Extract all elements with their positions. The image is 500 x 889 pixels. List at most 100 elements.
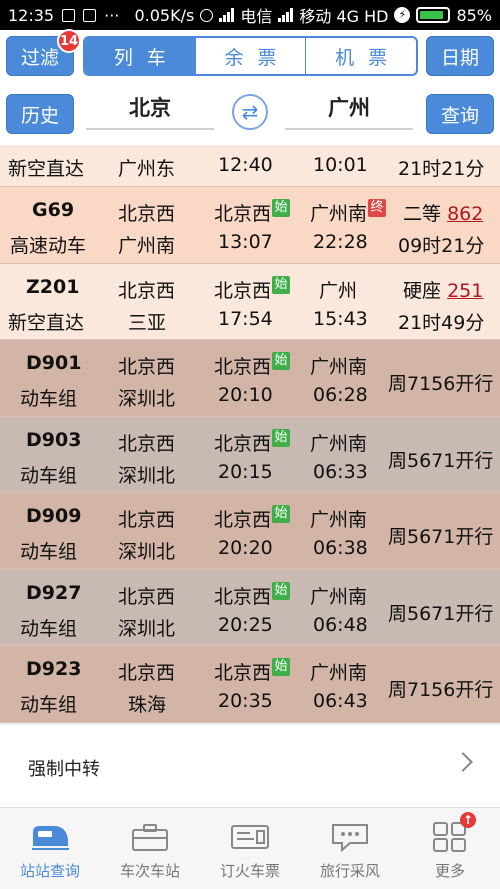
seat-count-link[interactable]: 251 [447,280,483,302]
end-tag: 终 [368,199,387,217]
departure-station: 北京西始 [214,275,291,303]
origin-station: 北京西 [118,432,176,455]
history-button[interactable]: 历史 [6,94,74,134]
seat-availability: 二等 862 [403,203,484,225]
arrival-time: 06:28 [313,384,368,406]
arrival-station: 广州南终 [310,199,387,226]
tab-remaining-tickets[interactable]: 余票 [196,38,307,74]
arrival-time: 06:43 [313,690,368,712]
departure-time: 20:25 [218,613,273,636]
nav-station-query[interactable]: 站站查询 [0,808,100,889]
train-type: 新空直达 [8,311,85,334]
query-button[interactable]: 查询 [426,94,494,134]
departure-station: 北京西始 [214,199,291,226]
list-item[interactable]: D927 动车组 北京西 深圳北 北京西始 20:25 广州南 06:48 周5… [0,569,500,646]
arrival-time: 06:48 [313,613,368,636]
list-item[interactable]: 新空直达 广州东 12:40 10:01 21时21分 [0,145,500,187]
forced-transfer-row[interactable]: 强制中转 [0,725,500,807]
carrier-1: 电信 [240,7,273,26]
terminal-station: 珠海 [128,694,167,716]
departure-time: 12:40 [218,154,273,176]
arrival-time: 10:01 [313,154,368,176]
briefcase-icon [130,820,170,854]
network-speed: 0.05K/s [134,5,195,25]
origin-station: 北京西 [118,356,176,378]
arrival-time: 06:33 [313,460,368,483]
train-code: Z201 [26,275,80,298]
list-item[interactable]: Z201 新空直达 北京西 三亚 北京西始 17:54 广州 15:43 硬座 … [0,263,500,340]
train-code: D901 [26,352,82,374]
departure-time: 20:15 [218,460,273,483]
start-tag: 始 [272,352,291,370]
nav-label: 车次车站 [119,862,180,880]
terminal-station: 深圳北 [118,617,176,640]
tab-flights[interactable]: 机票 [306,38,416,74]
start-tag: 始 [272,658,291,676]
origin-station: 北京西 [118,585,176,608]
train-type: 新空直达 [8,158,85,180]
mode-tabs: 列车 余票 机票 [83,36,418,76]
train-code: G69 [32,199,75,221]
nav-label: 订火车票 [219,862,280,880]
train-code: D923 [26,658,82,680]
mail-icon [83,8,97,22]
signal-icon [278,8,294,22]
to-station-input[interactable]: 广州 [285,90,413,130]
forced-transfer-label: 强制中转 [28,759,100,780]
signal-icon [219,8,235,22]
departure-station: 北京西始 [214,505,291,532]
train-type: 动车组 [20,694,78,716]
list-item[interactable]: G69 高速动车 北京西 广州南 北京西始 13:07 广州南终 22:28 二… [0,187,500,264]
filter-count-badge: 14 [57,29,81,53]
terminal-station: 深圳北 [118,388,176,410]
arrival-station: 广州 [319,279,358,302]
train-icon [30,820,70,854]
filter-label: 过滤 [20,46,59,69]
train-type: 动车组 [20,617,78,640]
from-station-input[interactable]: 北京 [86,90,214,130]
chevron-right-icon [453,752,473,772]
charging-icon: ⚡ [394,7,411,23]
nav-more[interactable]: ↑ 更多 [400,808,500,889]
nav-label: 站站查询 [19,862,80,880]
filter-button[interactable]: 过滤 14 [6,29,81,76]
list-item[interactable]: D923 动车组 北京西 珠海 北京西始 20:35 广州南 06:43 周71… [0,646,500,723]
travel-duration: 09时21分 [398,235,485,257]
train-code: D927 [26,581,82,604]
train-code: D903 [26,428,82,451]
search-toolbar: 过滤 14 列车 余票 机票 日期 历史 北京 ⇄ 广州 查询 [0,29,500,145]
swap-stations-icon[interactable]: ⇄ [232,94,268,130]
departure-time: 20:10 [218,384,273,406]
start-tag: 始 [272,428,291,447]
list-item[interactable]: D901 动车组 北京西 深圳北 北京西始 20:10 广州南 06:28 周7… [0,340,500,417]
origin-station: 北京西 [118,662,176,684]
run-schedule: 周5671开行 [388,526,494,548]
seat-count-link[interactable]: 862 [447,203,483,225]
train-type: 动车组 [20,541,78,563]
run-schedule: 周5671开行 [388,449,494,472]
start-tag: 始 [272,581,291,600]
tab-trains[interactable]: 列车 [85,38,196,74]
train-type: 高速动车 [10,235,87,257]
chat-icon [330,820,370,854]
arrival-station: 广州南 [310,356,368,378]
battery-level: 85% [456,5,492,25]
arrival-station: 广州南 [310,432,368,455]
list-item[interactable]: D909 动车组 北京西 深圳北 北京西始 20:20 广州南 06:38 周5… [0,493,500,570]
nav-travel[interactable]: 旅行采风 [300,808,400,889]
battery-icon [416,7,451,23]
arrival-time: 15:43 [313,307,368,330]
nav-book-tickets[interactable]: 订火车票 [200,808,300,889]
travel-duration: 21时21分 [398,158,485,180]
departure-station: 北京西始 [214,658,291,685]
departure-time: 20:20 [218,537,273,559]
list-item[interactable]: D903 动车组 北京西 深圳北 北京西始 20:15 广州南 06:33 周5… [0,416,500,493]
travel-duration: 21时49分 [398,311,485,334]
more-icon: ··· [104,5,120,25]
start-tag: 始 [272,199,291,217]
date-button[interactable]: 日期 [426,36,494,76]
carrier-2: 移动 4G HD [299,7,389,26]
train-type: 动车组 [20,388,78,410]
arrival-station: 广州南 [310,509,368,531]
nav-train-station[interactable]: 车次车站 [100,808,200,889]
